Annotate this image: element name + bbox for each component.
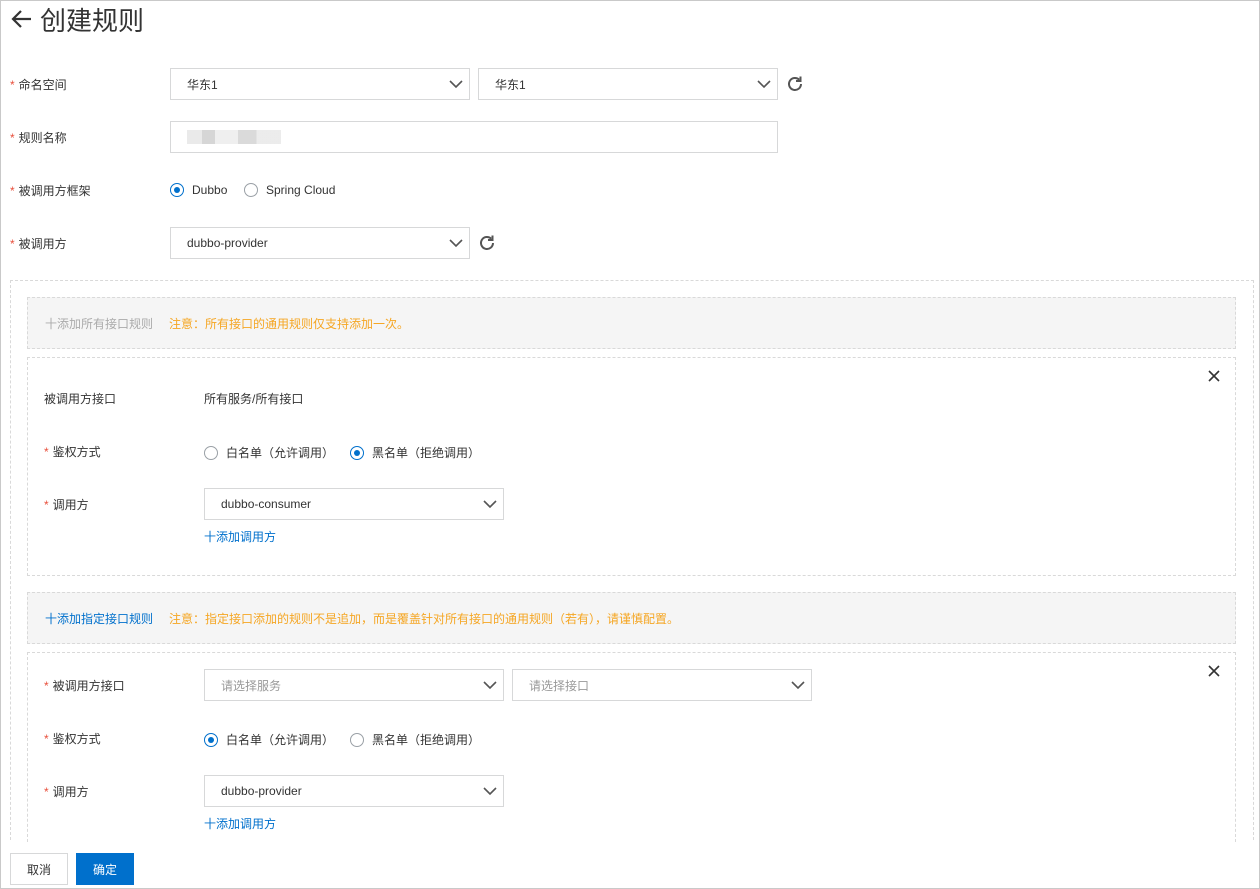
required-mark: * — [44, 679, 49, 693]
add-specific-interface-rule-link[interactable]: 十添加指定接口规则 — [45, 610, 153, 627]
card1-auth-label-text: 鉴权方式 — [52, 445, 101, 459]
region-select-value: 华东1 — [187, 77, 218, 92]
required-mark: * — [44, 732, 49, 746]
callee-label-text: 被调用方 — [18, 237, 67, 251]
card2-caller-select[interactable]: dubbo-provider — [204, 775, 504, 807]
rule-name-label: * 规则名称 — [10, 129, 67, 146]
card2-interface-label-text: 被调用方接口 — [52, 679, 125, 693]
card2-interface-placeholder: 请选择接口 — [529, 678, 590, 693]
card2-service-placeholder: 请选择服务 — [221, 678, 282, 693]
refresh-icon[interactable] — [785, 74, 805, 94]
card1-interface-value: 所有服务/所有接口 — [204, 392, 304, 406]
callee-select[interactable]: dubbo-provider — [170, 227, 470, 259]
chevron-down-icon — [757, 80, 771, 89]
rule-name-label-text: 规则名称 — [18, 131, 67, 145]
callee-label: * 被调用方 — [10, 235, 67, 252]
namespace-select[interactable]: 华东1 — [478, 68, 778, 100]
radio-label: 白名单（允许调用） — [226, 446, 335, 460]
redacted-rule-name — [187, 130, 281, 144]
rule-name-input[interactable] — [170, 121, 778, 153]
card2-auth-label: * 鉴权方式 — [44, 730, 101, 747]
card1-add-caller-link[interactable]: 十添加调用方 — [204, 528, 276, 545]
specific-interfaces-band: 十添加指定接口规则 注意：指定接口添加的规则不是追加，而是覆盖针对所有接口的通用… — [27, 592, 1236, 644]
radio-label: 黑名单（拒绝调用） — [372, 733, 481, 747]
card2-service-select[interactable]: 请选择服务 — [204, 669, 504, 701]
chevron-down-icon — [791, 681, 805, 690]
refresh-icon[interactable] — [477, 233, 497, 253]
card1-caller-value: dubbo-consumer — [221, 497, 312, 511]
card2-caller-label: * 调用方 — [44, 783, 89, 800]
card2-caller-label-text: 调用方 — [52, 785, 89, 799]
radio-label: Dubbo — [192, 183, 228, 197]
card1-auth-label: * 鉴权方式 — [44, 443, 101, 460]
card2-caller-value: dubbo-provider — [221, 784, 302, 798]
radio-label: 黑名单（拒绝调用） — [372, 446, 481, 460]
all-interfaces-note: 注意：所有接口的通用规则仅支持添加一次。 — [169, 316, 410, 331]
radio-selected-icon — [204, 732, 218, 747]
confirm-button[interactable]: 确定 — [76, 853, 134, 885]
chevron-down-icon — [483, 787, 497, 796]
card2-radio-blacklist[interactable]: 黑名单（拒绝调用） — [350, 731, 480, 748]
radio-unselected-icon — [244, 183, 258, 197]
region-select[interactable]: 华东1 — [170, 68, 470, 100]
required-mark: * — [44, 498, 49, 512]
framework-radio-dubbo[interactable]: Dubbo — [170, 183, 227, 197]
namespace-label: * 命名空间 — [10, 76, 67, 93]
card1-radio-blacklist[interactable]: 黑名单（拒绝调用） — [350, 444, 480, 461]
framework-label-text: 被调用方框架 — [18, 184, 91, 198]
namespace-select-value: 华东1 — [495, 77, 526, 92]
framework-label: * 被调用方框架 — [10, 182, 91, 199]
radio-selected-icon — [350, 445, 364, 460]
arrow-left-icon[interactable] — [10, 7, 34, 31]
chevron-down-icon — [483, 681, 497, 690]
required-mark: * — [10, 237, 15, 251]
card1-caller-label: * 调用方 — [44, 496, 89, 513]
radio-label: 白名单（允许调用） — [226, 733, 335, 747]
card2-add-caller-link[interactable]: 十添加调用方 — [204, 815, 276, 832]
chevron-down-icon — [483, 500, 497, 509]
chevron-down-icon — [449, 80, 463, 89]
required-mark: * — [10, 131, 15, 145]
radio-unselected-icon — [350, 732, 364, 747]
all-interfaces-band: 十添加所有接口规则 注意：所有接口的通用规则仅支持添加一次。 — [27, 297, 1236, 349]
card2-radio-whitelist[interactable]: 白名单（允许调用） — [204, 731, 334, 748]
radio-unselected-icon — [204, 445, 218, 460]
card2-interface-label: * 被调用方接口 — [44, 677, 125, 694]
page-title: 创建规则 — [40, 5, 145, 36]
namespace-label-text: 命名空间 — [18, 78, 67, 92]
card1-radio-whitelist[interactable]: 白名单（允许调用） — [204, 444, 334, 461]
callee-select-value: dubbo-provider — [187, 236, 268, 250]
radio-label: Spring Cloud — [266, 183, 336, 197]
required-mark: * — [44, 445, 49, 459]
cancel-button[interactable]: 取消 — [10, 853, 68, 885]
close-icon[interactable] — [1207, 664, 1221, 678]
close-icon[interactable] — [1207, 369, 1221, 383]
page-header: 创建规则 — [10, 2, 144, 36]
card1-caller-label-text: 调用方 — [52, 498, 89, 512]
framework-radio-spring-cloud[interactable]: Spring Cloud — [244, 183, 335, 197]
required-mark: * — [10, 184, 15, 198]
add-all-interfaces-rule-link[interactable]: 十添加所有接口规则 — [45, 315, 153, 332]
radio-selected-icon — [170, 183, 184, 197]
required-mark: * — [44, 785, 49, 799]
card2-auth-label-text: 鉴权方式 — [52, 732, 101, 746]
chevron-down-icon — [449, 239, 463, 248]
card1-caller-select[interactable]: dubbo-consumer — [204, 488, 504, 520]
card1-interface-label: 被调用方接口 — [44, 392, 117, 406]
required-mark: * — [10, 78, 15, 92]
specific-interfaces-note: 注意：指定接口添加的规则不是追加，而是覆盖针对所有接口的通用规则（若有），请谨慎… — [169, 611, 680, 626]
card2-interface-select[interactable]: 请选择接口 — [512, 669, 812, 701]
